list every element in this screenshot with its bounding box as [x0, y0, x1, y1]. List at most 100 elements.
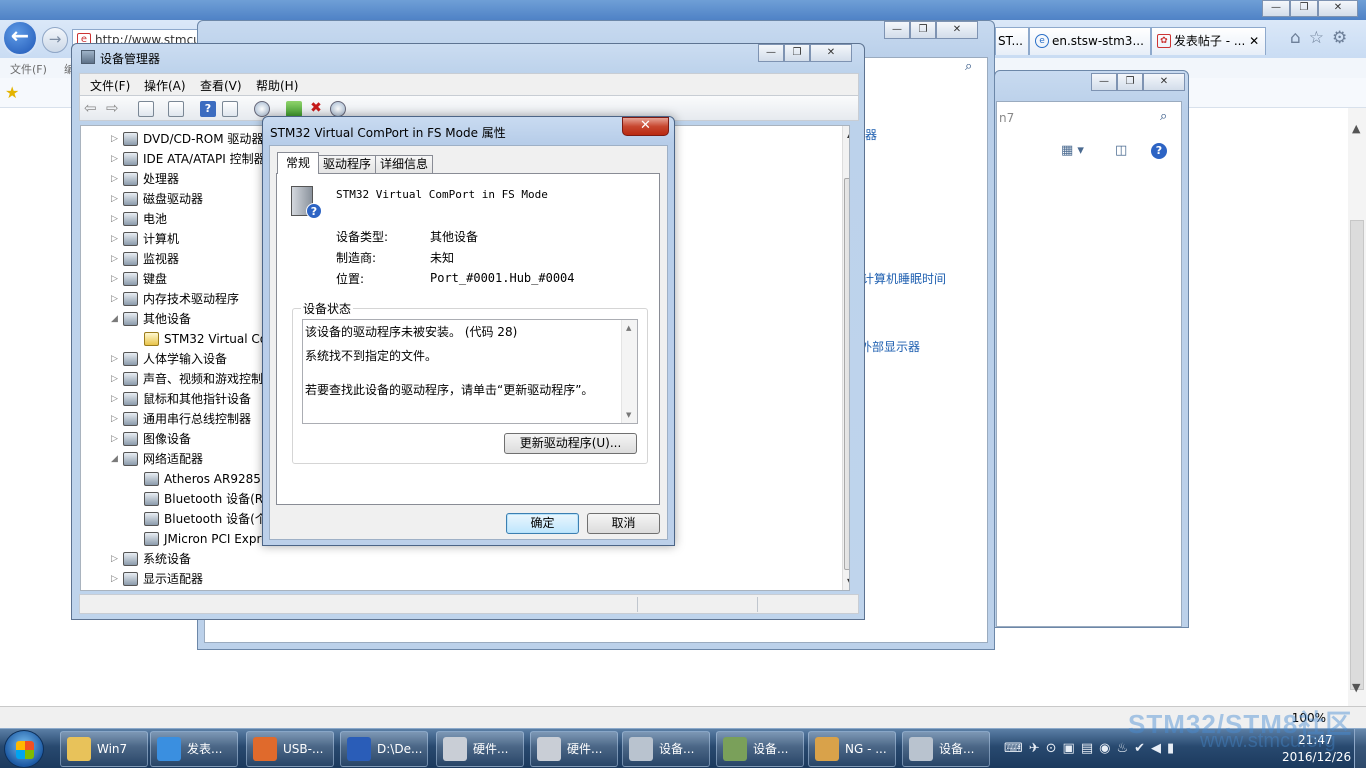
taskbar-button[interactable]: 硬件...: [436, 731, 524, 767]
tree-expander-icon[interactable]: ◢: [111, 449, 118, 469]
tree-expander-icon[interactable]: ▷: [111, 169, 118, 189]
scroll-up-icon[interactable]: ▲: [626, 324, 631, 332]
tree-expander-icon[interactable]: ▷: [111, 409, 118, 429]
disable-device-icon[interactable]: [330, 101, 346, 117]
action-pane-icon[interactable]: [222, 101, 238, 117]
tree-expander-icon[interactable]: ▷: [111, 429, 118, 449]
back-arrow-icon[interactable]: ←: [2, 20, 38, 56]
tree-expander-icon[interactable]: ▷: [111, 149, 118, 169]
browser-tab-1[interactable]: ST...: [995, 27, 1029, 55]
status-scrollbar[interactable]: ▲ ▼: [621, 320, 637, 423]
tree-expander-icon[interactable]: ◢: [111, 309, 118, 329]
link-external-display[interactable]: 外部显示器: [860, 338, 920, 355]
scroll-thumb[interactable]: ≡: [844, 178, 849, 570]
menu-help[interactable]: 帮助(H): [256, 77, 298, 94]
device-category-icon: [123, 152, 138, 166]
tree-expander-icon[interactable]: ▷: [111, 569, 118, 589]
minimize-icon[interactable]: —: [884, 21, 910, 39]
forward-arrow-icon[interactable]: →: [42, 27, 68, 53]
browser-tab-3[interactable]: ✿ 发表帖子 - ... ✕: [1150, 27, 1267, 55]
scan-hardware-icon[interactable]: [254, 101, 270, 117]
uninstall-icon[interactable]: ✖: [308, 101, 324, 117]
scroll-down-icon[interactable]: ▼: [626, 411, 631, 419]
update-driver-button[interactable]: 更新驱动程序(U)...: [504, 433, 637, 454]
tree-expander-icon[interactable]: ▷: [111, 269, 118, 289]
home-icon[interactable]: ⌂: [1290, 28, 1301, 48]
start-button[interactable]: [4, 730, 44, 768]
tab-details[interactable]: 详细信息: [375, 155, 434, 174]
tree-expander-icon[interactable]: ▷: [111, 189, 118, 209]
tree-expander-icon[interactable]: ▷: [111, 289, 118, 309]
browser-tab-2[interactable]: e en.stsw-stm3...: [1029, 27, 1151, 55]
update-driver-icon[interactable]: [286, 101, 302, 117]
minimize-icon[interactable]: —: [758, 44, 784, 62]
tree-expander-icon[interactable]: ▷: [111, 209, 118, 229]
maximize-icon[interactable]: ❐: [1290, 0, 1318, 17]
link-devices[interactable]: 器: [865, 126, 877, 143]
dialog-close-button[interactable]: ✕: [622, 117, 669, 136]
maximize-icon[interactable]: ❐: [784, 44, 810, 62]
close-icon[interactable]: ✕: [1143, 73, 1185, 91]
show-hide-tree-icon[interactable]: [138, 101, 154, 117]
taskbar-button[interactable]: 发表...: [150, 731, 238, 767]
taskbar-button[interactable]: 设备...: [902, 731, 990, 767]
minimize-icon[interactable]: —: [1091, 73, 1117, 91]
taskbar-button[interactable]: Win7: [60, 731, 148, 767]
link-sleep-time[interactable]: 计算机睡眠时间: [862, 270, 946, 287]
properties-icon[interactable]: [168, 101, 184, 117]
close-icon[interactable]: ✕: [810, 44, 852, 62]
search-icon[interactable]: ⌕: [965, 59, 972, 74]
preview-pane-icon[interactable]: ◫: [1115, 143, 1127, 158]
scroll-up-icon[interactable]: ▲: [1352, 122, 1360, 135]
tree-expander-icon[interactable]: ▷: [111, 229, 118, 249]
tree-expander-icon[interactable]: ▷: [111, 349, 118, 369]
scroll-down-icon[interactable]: ▼: [1352, 681, 1360, 694]
help-icon[interactable]: ?: [200, 101, 216, 117]
ok-button[interactable]: 确定: [506, 513, 579, 534]
minimize-icon[interactable]: —: [1262, 0, 1290, 17]
search-icon[interactable]: ⌕: [1160, 109, 1167, 124]
menu-view[interactable]: 查看(V): [200, 77, 242, 94]
tab-close-icon[interactable]: ✕: [1249, 34, 1259, 48]
tree-expander-icon[interactable]: ▷: [111, 369, 118, 389]
tray-icons[interactable]: ⌨✈⊙▣▤◉♨✔◀▮: [1004, 741, 1180, 756]
taskbar-button[interactable]: 设备...: [716, 731, 804, 767]
taskbar-button[interactable]: 设备...: [622, 731, 710, 767]
favorites-add-icon[interactable]: ★: [5, 83, 19, 102]
close-icon[interactable]: ✕: [1318, 0, 1358, 17]
scroll-thumb[interactable]: [1350, 220, 1364, 690]
device-status-textbox[interactable]: 该设备的驱动程序未被安装。 (代码 28) 系统找不到指定的文件。 若要查找此设…: [302, 319, 638, 424]
maximize-icon[interactable]: ❐: [1117, 73, 1143, 91]
scroll-up-icon[interactable]: ▲: [847, 130, 849, 139]
tab-driver[interactable]: 驱动程序: [318, 155, 377, 174]
tree-item-label: 磁盘驱动器: [143, 192, 204, 206]
search-box-text[interactable]: n7: [999, 111, 1014, 125]
taskbar-button-label: NG - ...: [845, 742, 887, 756]
taskbar-button[interactable]: 硬件...: [530, 731, 618, 767]
taskbar-button[interactable]: D:\De...: [340, 731, 428, 767]
browser-scrollbar[interactable]: ▲ ▼: [1348, 108, 1366, 706]
tree-expander-icon[interactable]: ▷: [111, 389, 118, 409]
maximize-icon[interactable]: ❐: [910, 21, 936, 39]
cancel-button[interactable]: 取消: [587, 513, 660, 534]
menu-action[interactable]: 操作(A): [144, 77, 186, 94]
settings-gear-icon[interactable]: ⚙: [1332, 28, 1347, 48]
menu-file[interactable]: 文件(F): [90, 77, 130, 94]
device-manager-menubar: 文件(F) 操作(A) 查看(V) 帮助(H): [79, 73, 859, 95]
taskbar-button[interactable]: NG - ...: [808, 731, 896, 767]
favorites-star-icon[interactable]: ☆: [1309, 28, 1324, 48]
help-icon[interactable]: ?: [1151, 143, 1167, 159]
close-icon[interactable]: ✕: [936, 21, 978, 39]
back-arrow-icon[interactable]: ⇦: [84, 101, 100, 117]
forward-arrow-icon[interactable]: ⇨: [106, 101, 122, 117]
browser-menu-file[interactable]: 文件(F): [10, 61, 47, 77]
device-tree-scrollbar[interactable]: ▲ ≡ ▼: [842, 126, 849, 590]
view-options-icon[interactable]: ▦ ▾: [1061, 143, 1084, 158]
tree-expander-icon[interactable]: ▷: [111, 549, 118, 569]
tree-expander-icon[interactable]: ▷: [111, 249, 118, 269]
tree-expander-icon[interactable]: ▷: [111, 129, 118, 149]
scroll-down-icon[interactable]: ▼: [847, 577, 849, 586]
tab-general[interactable]: 常规: [277, 152, 320, 174]
show-desktop-button[interactable]: [1354, 729, 1366, 768]
taskbar-button[interactable]: USB-...: [246, 731, 334, 767]
